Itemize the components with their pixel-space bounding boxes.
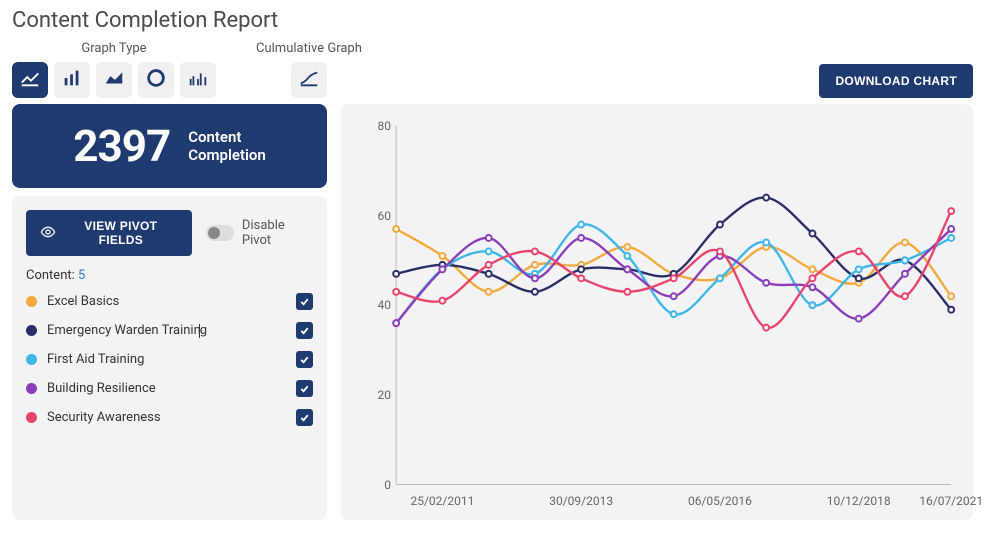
kpi-label-line2: Completion [188, 146, 266, 164]
left-column: 2397 Content Completion VIEW PIVOT FIELD… [12, 104, 327, 520]
disable-pivot-toggle[interactable]: Disable Pivot [206, 218, 313, 248]
bar-chart-icon [61, 67, 83, 93]
eye-icon [40, 224, 56, 243]
legend-checkbox[interactable] [296, 293, 313, 310]
legend-dot [26, 383, 37, 394]
area-chart-icon [103, 67, 125, 93]
chart-card: 0 20 40 60 80 25/02/2011 30/09/2013 06/05/2016 1… [341, 104, 973, 520]
legend-checkbox[interactable] [296, 322, 313, 339]
legend-dot [26, 412, 37, 423]
chart-area-button[interactable] [96, 62, 132, 98]
legend-item: Security Awareness [26, 409, 313, 426]
graph-type-label: Graph Type [81, 41, 146, 56]
line-chart-icon [19, 67, 41, 93]
legend-label: Emergency Warden Training [47, 323, 286, 338]
content-count: Content: 5 [26, 268, 313, 283]
x-tick-label: 30/09/2013 [549, 494, 613, 508]
donut-chart-icon [145, 67, 167, 93]
kpi-card: 2397 Content Completion [12, 104, 327, 188]
legend-checkbox[interactable] [296, 409, 313, 426]
chart-grouped-bar-button[interactable] [180, 62, 216, 98]
legend-item: First Aid Training [26, 351, 313, 368]
x-tick-label: 25/02/2011 [410, 494, 474, 508]
kpi-value: 2397 [73, 120, 170, 172]
graph-type-icons [12, 62, 216, 98]
legend-list: Excel Basics Emergency Warden Training Fir… [26, 293, 313, 426]
chart-area: 0 20 40 60 80 25/02/2011 30/09/2013 06/05/2016 1… [353, 116, 961, 512]
graph-type-group: Graph Type [12, 41, 216, 98]
grouped-bar-chart-icon [187, 67, 209, 93]
download-chart-button[interactable]: DOWNLOAD CHART [819, 64, 973, 98]
legend-item: Emergency Warden Training [26, 322, 313, 339]
cumulative-line-icon [298, 67, 320, 93]
y-tick-label: 60 [378, 209, 392, 223]
chart-donut-button[interactable] [138, 62, 174, 98]
legend-label: First Aid Training [47, 352, 286, 367]
x-tick-label: 10/12/2018 [827, 494, 891, 508]
main-row: 2397 Content Completion VIEW PIVOT FIELD… [12, 104, 973, 520]
disable-pivot-label: Disable Pivot [242, 218, 313, 248]
pivot-card: VIEW PIVOT FIELDS Disable Pivot Content:… [12, 196, 327, 520]
legend-checkbox[interactable] [296, 351, 313, 368]
legend-checkbox[interactable] [296, 380, 313, 397]
cumulative-group: Culmulative Graph [256, 41, 362, 98]
line-chart [353, 116, 961, 512]
view-pivot-label: VIEW PIVOT FIELDS [64, 219, 178, 247]
content-count-number: 5 [78, 268, 85, 283]
legend-label: Security Awareness [47, 410, 286, 425]
x-tick-label: 16/07/2021 [919, 494, 983, 508]
y-tick-label: 80 [378, 119, 392, 133]
toolbar: Graph Type [12, 41, 973, 98]
kpi-label-line1: Content [188, 128, 266, 146]
x-tick-label: 06/05/2016 [688, 494, 752, 508]
legend-dot [26, 325, 37, 336]
chart-bar-button[interactable] [54, 62, 90, 98]
legend-item: Building Resilience [26, 380, 313, 397]
legend-item: Excel Basics [26, 293, 313, 310]
kpi-label: Content Completion [188, 128, 266, 164]
page-title: Content Completion Report [12, 8, 973, 33]
legend-dot [26, 354, 37, 365]
toggle-switch [206, 225, 234, 241]
cumulative-chart-button[interactable] [291, 62, 327, 98]
y-tick-label: 0 [384, 478, 391, 492]
legend-dot [26, 296, 37, 307]
legend-label: Excel Basics [47, 294, 286, 309]
legend-label: Building Resilience [47, 381, 286, 396]
content-count-prefix: Content: [26, 268, 78, 283]
chart-line-button[interactable] [12, 62, 48, 98]
y-tick-label: 40 [378, 298, 392, 312]
pivot-top: VIEW PIVOT FIELDS Disable Pivot [26, 210, 313, 256]
cumulative-label: Culmulative Graph [256, 41, 362, 56]
y-tick-label: 20 [378, 388, 392, 402]
view-pivot-fields-button[interactable]: VIEW PIVOT FIELDS [26, 210, 192, 256]
